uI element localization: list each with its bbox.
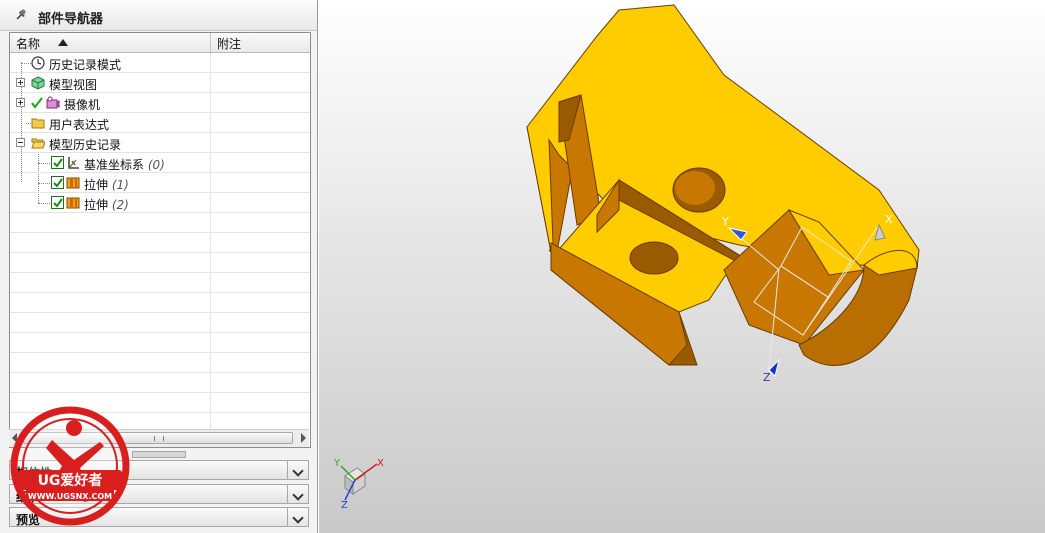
extrude-icon xyxy=(66,177,80,189)
tree-header: 名称 附注 xyxy=(10,33,310,53)
chevron-down-icon[interactable] xyxy=(287,461,308,479)
csys-y-label: Y xyxy=(721,215,729,228)
tree-item-label: 拉伸 (1) xyxy=(84,178,129,192)
chevron-down-icon[interactable] xyxy=(287,508,308,526)
panel-splitter[interactable] xyxy=(132,451,186,458)
pin-icon[interactable] xyxy=(14,8,28,22)
model-part[interactable]: Y X Z xyxy=(319,0,1045,533)
ugsnx-logo: UG爱好者 WWW.UGSNX.COM xyxy=(10,406,130,526)
csys-x-label: X xyxy=(885,213,893,226)
tree-row-user-expressions[interactable]: 用户表达式 xyxy=(10,113,310,133)
empty-row xyxy=(10,333,310,353)
checkbox[interactable] xyxy=(51,156,64,169)
sort-ascending-icon xyxy=(58,39,68,46)
checkbox[interactable] xyxy=(51,196,64,209)
csys-z-label: Z xyxy=(763,371,771,384)
tree-row-extrude-1[interactable]: 拉伸 (1) xyxy=(10,173,310,193)
column-header-note[interactable]: 附注 xyxy=(211,33,310,52)
clock-icon xyxy=(31,56,45,70)
tree-row-model-views[interactable]: 模型视图 xyxy=(10,73,310,93)
feature-number: (2) xyxy=(111,198,129,212)
expand-icon[interactable] xyxy=(16,78,25,87)
datum-csys-icon xyxy=(68,157,79,169)
navigator-title: 部件导航器 xyxy=(38,12,104,27)
tree-row-datum-csys[interactable]: 基准坐标系 (0) xyxy=(10,153,310,173)
empty-row xyxy=(10,293,310,313)
tree-item-label: 历史记录模式 xyxy=(49,58,122,72)
open-folder-icon xyxy=(31,138,45,149)
column-name-label: 名称 xyxy=(16,37,41,51)
logo-brand-text: UG爱好者 xyxy=(38,472,103,489)
empty-row xyxy=(10,373,310,393)
empty-row xyxy=(10,313,310,333)
tree-item-label: 用户表达式 xyxy=(49,118,110,132)
expand-icon[interactable] xyxy=(16,98,25,107)
tree-item-label: 模型历史记录 xyxy=(49,138,122,152)
collapse-icon[interactable] xyxy=(16,138,25,147)
scroll-right-icon[interactable] xyxy=(301,433,306,443)
triad-x-label: X xyxy=(377,458,384,469)
triad-z-label: Z xyxy=(341,500,348,511)
tree-item-label: 摄像机 xyxy=(64,98,101,112)
navigator-title-bar: 部件导航器 xyxy=(0,0,317,31)
graphics-viewport[interactable]: Y X Z X Y Z xyxy=(319,0,1045,533)
tree-item-label: 模型视图 xyxy=(49,78,98,92)
tree-item-label: 基准坐标系 (0) xyxy=(84,158,165,172)
column-note-label: 附注 xyxy=(217,37,242,51)
tree-row-model-history[interactable]: 模型历史记录 xyxy=(10,133,310,153)
empty-row xyxy=(10,233,310,253)
feature-number: (0) xyxy=(147,158,165,172)
feature-number: (1) xyxy=(111,178,129,192)
empty-row xyxy=(10,353,310,373)
folder-icon xyxy=(31,118,45,129)
column-header-name[interactable]: 名称 xyxy=(10,33,211,52)
view-triad[interactable]: X Y Z xyxy=(331,452,391,512)
empty-row xyxy=(10,253,310,273)
tree-row-cameras[interactable]: 摄像机 xyxy=(10,93,310,113)
tree-row-extrude-2[interactable]: 拉伸 (2) xyxy=(10,193,310,213)
empty-row xyxy=(10,273,310,293)
tree-row-history-mode[interactable]: 历史记录模式 xyxy=(10,53,310,73)
checkmark-icon xyxy=(31,97,43,109)
model-views-icon xyxy=(31,76,45,90)
triad-y-label: Y xyxy=(333,458,341,469)
checkbox[interactable] xyxy=(51,176,64,189)
navigator-tree[interactable]: 名称 附注 历史记录模式 模型视图 摄像机 用户表达式 模型历史记录 基准坐标系… xyxy=(9,32,311,448)
empty-row xyxy=(10,213,310,233)
extrude-icon xyxy=(66,197,80,209)
tree-item-label: 拉伸 (2) xyxy=(84,198,129,212)
camera-icon xyxy=(46,96,60,109)
chevron-down-icon[interactable] xyxy=(287,485,308,503)
logo-url-text: WWW.UGSNX.COM xyxy=(28,492,112,501)
